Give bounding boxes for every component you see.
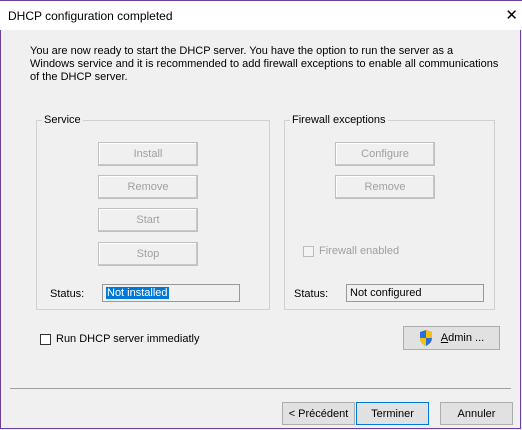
- remove-service-button[interactable]: Remove: [98, 175, 198, 199]
- title-bar: DHCP configuration completed ✕: [0, 0, 522, 30]
- firewall-enabled-checkbox[interactable]: [303, 246, 314, 257]
- remove-firewall-button[interactable]: Remove: [335, 175, 435, 199]
- run-immediately-checkbox[interactable]: [40, 334, 51, 345]
- intro-text: You are now ready to start the DHCP serv…: [30, 45, 499, 83]
- stop-button[interactable]: Stop: [98, 242, 198, 266]
- install-button[interactable]: Install: [98, 142, 198, 166]
- run-immediately-label: Run DHCP server immediatly: [56, 333, 200, 345]
- firewall-group-label: Firewall exceptions: [290, 114, 388, 126]
- start-button[interactable]: Start: [98, 208, 198, 232]
- service-status-label: Status:: [50, 288, 85, 300]
- service-group-label: Service: [42, 114, 83, 126]
- firewall-status-value: Not configured: [350, 287, 422, 299]
- close-icon[interactable]: ✕: [505, 6, 518, 24]
- admin-button-label: Admin ...: [440, 332, 485, 344]
- finish-button[interactable]: Terminer: [356, 402, 429, 425]
- service-status-value: Not installed: [106, 287, 169, 299]
- cancel-button[interactable]: Annuler: [440, 402, 513, 425]
- firewall-status-label: Status:: [294, 288, 329, 300]
- firewall-status-field: Not configured: [346, 284, 484, 302]
- admin-button[interactable]: Admin ...: [403, 326, 500, 350]
- shield-icon: [419, 330, 433, 346]
- footer-separator: [10, 388, 511, 389]
- window-title: DHCP configuration completed: [8, 9, 173, 23]
- firewall-enabled-label: Firewall enabled: [319, 245, 400, 257]
- configure-button[interactable]: Configure: [335, 142, 435, 166]
- service-status-field: Not installed: [102, 284, 240, 302]
- previous-button[interactable]: < Précédent: [282, 402, 355, 425]
